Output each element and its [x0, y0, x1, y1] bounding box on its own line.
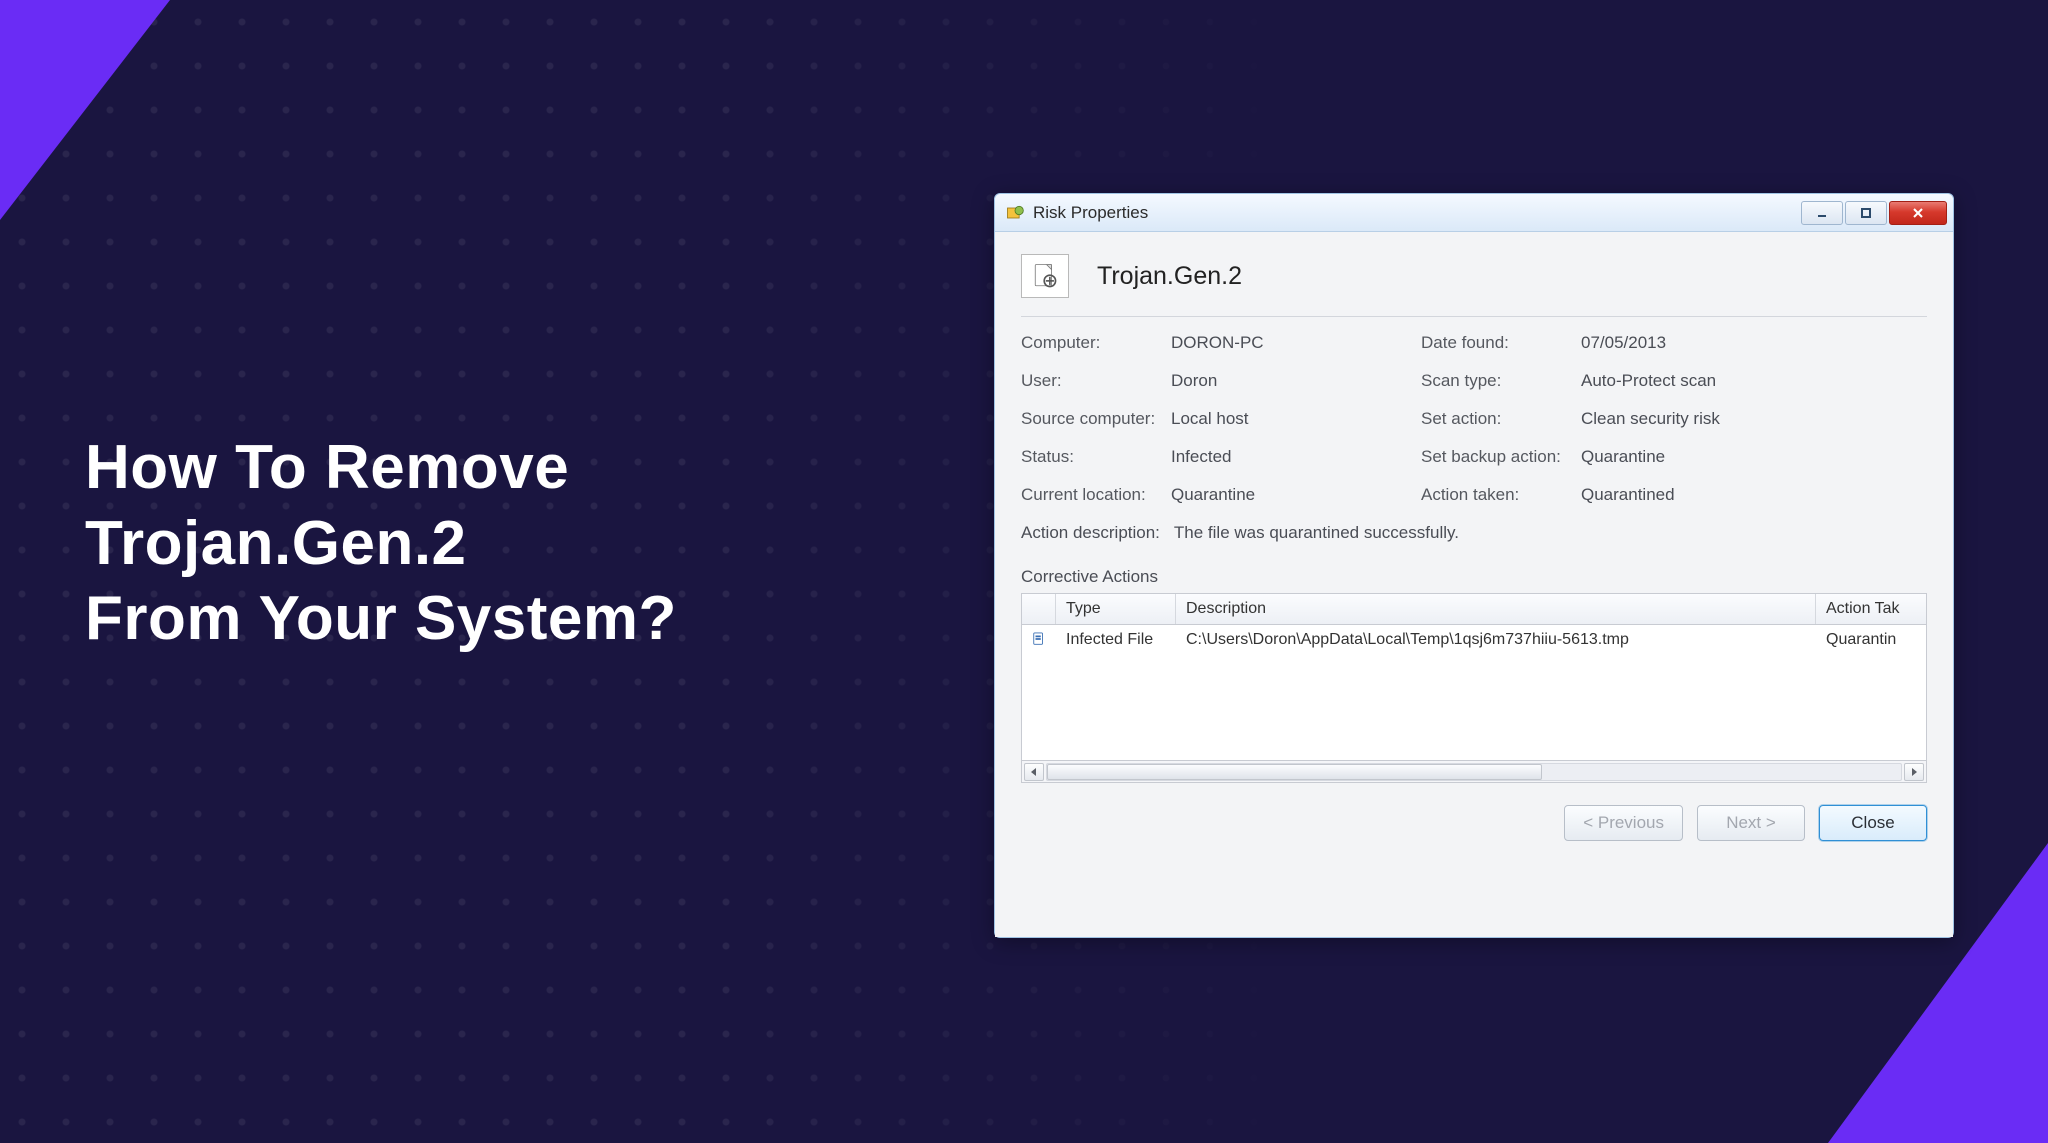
computer-label: Computer: [1021, 333, 1171, 353]
scan-type-label: Scan type: [1421, 371, 1581, 391]
scroll-right-button[interactable] [1904, 763, 1924, 781]
scroll-thumb[interactable] [1047, 764, 1542, 780]
user-value: Doron [1171, 371, 1421, 391]
headline-line-1: How To Remove [85, 430, 677, 506]
action-description-label: Action description: [1021, 523, 1160, 543]
window-title: Risk Properties [1033, 203, 1799, 223]
action-description-value: The file was quarantined successfully. [1174, 523, 1459, 543]
next-button[interactable]: Next > [1697, 805, 1805, 841]
scroll-left-button[interactable] [1024, 763, 1044, 781]
previous-button[interactable]: < Previous [1564, 805, 1683, 841]
properties-grid: Computer: DORON-PC Date found: 07/05/201… [1021, 333, 1927, 505]
set-backup-action-value: Quarantine [1581, 447, 1831, 467]
hero-stage: How To Remove Trojan.Gen.2 From Your Sys… [0, 0, 2048, 1143]
action-description-row: Action description: The file was quarant… [1021, 523, 1927, 543]
status-value: Infected [1171, 447, 1421, 467]
set-backup-action-label: Set backup action: [1421, 447, 1581, 467]
window-buttons [1799, 201, 1947, 225]
table-empty-area [1022, 655, 1926, 760]
source-computer-value: Local host [1171, 409, 1421, 429]
current-location-label: Current location: [1021, 485, 1171, 505]
table-row[interactable]: Infected File C:\Users\Doron\AppData\Loc… [1022, 625, 1926, 655]
risk-properties-window: Risk Properties [994, 193, 1954, 938]
scroll-track[interactable] [1046, 763, 1902, 781]
window-client-area: Trojan.Gen.2 Computer: DORON-PC Date fou… [995, 232, 1953, 937]
headline-line-3: From Your System? [85, 581, 677, 657]
user-label: User: [1021, 371, 1171, 391]
set-action-value: Clean security risk [1581, 409, 1831, 429]
table-header-icon[interactable] [1022, 594, 1056, 624]
corrective-actions-title: Corrective Actions [1021, 567, 1927, 587]
source-computer-label: Source computer: [1021, 409, 1171, 429]
corrective-actions-table: Type Description Action Tak Infected Fil… [1021, 593, 1927, 783]
table-header-action[interactable]: Action Tak [1816, 594, 1926, 624]
headline-text: How To Remove Trojan.Gen.2 From Your Sys… [85, 430, 677, 657]
action-taken-label: Action taken: [1421, 485, 1581, 505]
table-cell-description: C:\Users\Doron\AppData\Local\Temp\1qsj6m… [1176, 625, 1816, 655]
headline-line-2: Trojan.Gen.2 [85, 506, 677, 582]
table-header-type[interactable]: Type [1056, 594, 1176, 624]
date-found-value: 07/05/2013 [1581, 333, 1831, 353]
scan-type-value: Auto-Protect scan [1581, 371, 1831, 391]
date-found-label: Date found: [1421, 333, 1581, 353]
close-button[interactable]: Close [1819, 805, 1927, 841]
threat-file-icon [1021, 254, 1069, 298]
horizontal-scrollbar[interactable] [1022, 760, 1926, 782]
table-cell-type: Infected File [1056, 625, 1176, 655]
status-label: Status: [1021, 447, 1171, 467]
infected-file-icon [1032, 632, 1046, 648]
current-location-value: Quarantine [1171, 485, 1421, 505]
maximize-button[interactable] [1845, 201, 1887, 225]
table-cell-action: Quarantin [1816, 625, 1926, 655]
set-action-label: Set action: [1421, 409, 1581, 429]
action-taken-value: Quarantined [1581, 485, 1831, 505]
header-divider [1021, 316, 1927, 317]
threat-header-row: Trojan.Gen.2 [1021, 254, 1927, 298]
table-header-description[interactable]: Description [1176, 594, 1816, 624]
threat-name: Trojan.Gen.2 [1097, 262, 1242, 291]
table-header-row: Type Description Action Tak [1022, 594, 1926, 625]
computer-value: DORON-PC [1171, 333, 1421, 353]
window-titlebar[interactable]: Risk Properties [995, 194, 1953, 232]
app-icon [1005, 203, 1025, 223]
dialog-footer: < Previous Next > Close [1021, 805, 1927, 841]
window-close-button[interactable] [1889, 201, 1947, 225]
accent-wedge-top-left [0, 0, 170, 220]
minimize-button[interactable] [1801, 201, 1843, 225]
